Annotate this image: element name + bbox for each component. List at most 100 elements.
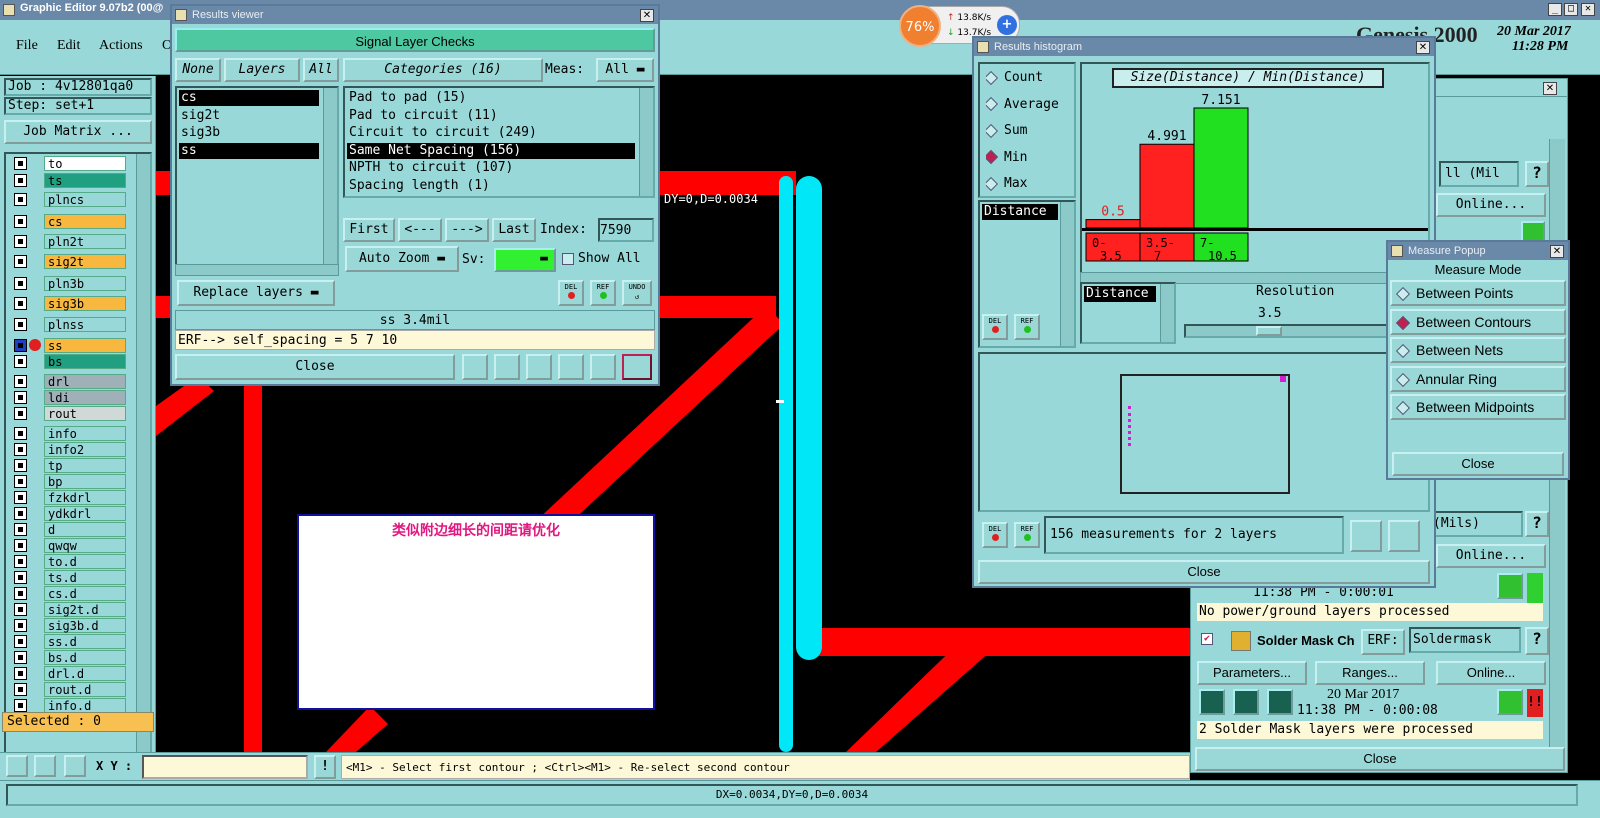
help-button[interactable]: ? — [1525, 161, 1549, 187]
layer-row[interactable]: pln3b — [14, 276, 128, 291]
layer-name[interactable]: fzkdrl — [44, 490, 126, 505]
layer-row[interactable]: sig2t.d — [14, 602, 128, 617]
layer-row[interactable]: rout.d — [14, 682, 128, 697]
layer-checkbox[interactable] — [14, 297, 27, 310]
layer-row[interactable]: sig3b — [14, 296, 128, 311]
help-button-2[interactable]: ? — [1525, 511, 1549, 537]
layer-name[interactable]: drl.d — [44, 666, 126, 681]
menu-edit[interactable]: Edit — [57, 38, 80, 54]
graph-icon[interactable] — [462, 354, 488, 380]
layer-checkbox[interactable] — [14, 459, 27, 472]
layer-checkbox[interactable] — [14, 427, 27, 440]
layer-checkbox[interactable] — [14, 318, 27, 331]
rv-index-input[interactable] — [598, 218, 654, 242]
layer-checkbox[interactable] — [14, 667, 27, 680]
layer-name[interactable]: ldi — [44, 390, 126, 405]
close-icon[interactable]: ✕ — [1581, 3, 1595, 16]
layer-name[interactable]: to.d — [44, 554, 126, 569]
histogram-close-button[interactable]: Close — [978, 560, 1430, 584]
analysis-close-button[interactable]: Close — [1195, 747, 1565, 771]
layer-checkbox[interactable] — [14, 651, 27, 664]
layer-row[interactable]: d — [14, 522, 128, 537]
online-button-2[interactable]: Online... — [1436, 544, 1546, 568]
rv-layer-item[interactable]: sig3b — [179, 125, 319, 141]
snap-icon[interactable] — [6, 755, 28, 777]
layer-checkbox[interactable] — [14, 507, 27, 520]
layer-checkbox[interactable] — [14, 355, 27, 368]
category-item[interactable]: Same Net Spacing (156) — [347, 142, 635, 159]
rv-category-scrollbar[interactable] — [639, 88, 653, 196]
layer-checkbox[interactable] — [14, 375, 27, 388]
histogram-bar[interactable] — [1193, 107, 1249, 229]
layer-checkbox[interactable] — [14, 407, 27, 420]
category-item[interactable]: Circuit to circuit (249) — [347, 125, 635, 141]
rv-all-button[interactable]: All — [303, 58, 339, 82]
layer-name[interactable]: sig3b.d — [44, 618, 126, 633]
field-scrollbar[interactable] — [1060, 202, 1074, 346]
close-icon[interactable]: ✕ — [640, 9, 654, 22]
layer-row[interactable]: info — [14, 426, 128, 441]
layer-name[interactable]: d — [44, 522, 126, 537]
rv-sv-color-dropdown[interactable]: ▬ — [494, 248, 556, 272]
layer-name[interactable]: ydkdrl — [44, 506, 126, 521]
layer-row[interactable]: cs — [14, 214, 128, 229]
show-all-checkbox[interactable] — [562, 253, 574, 265]
layer-name[interactable]: sig3b — [44, 296, 126, 311]
layer-checkbox[interactable] — [14, 339, 27, 352]
layer-row[interactable]: ldi — [14, 390, 128, 405]
parameters-button[interactable]: Parameters... — [1197, 661, 1307, 685]
rv-ref-button[interactable]: REF — [590, 280, 616, 306]
layer-row[interactable]: pln2t — [14, 234, 128, 249]
layer-checkbox[interactable] — [14, 523, 27, 536]
layer-name[interactable]: bp — [44, 474, 126, 489]
run-icon-3[interactable] — [1267, 689, 1293, 715]
layer-row[interactable]: bp — [14, 474, 128, 489]
rv-layer-item[interactable]: sig2t — [179, 108, 319, 124]
layer-checkbox[interactable] — [14, 443, 27, 456]
measure-mode-between-midpoints[interactable]: Between Midpoints — [1390, 394, 1566, 420]
layer-checkbox[interactable] — [14, 587, 27, 600]
layer-name[interactable]: ts.d — [44, 570, 126, 585]
layer-name[interactable]: bs.d — [44, 650, 126, 665]
auto-zoom-dropdown[interactable]: Auto Zoom ▬ — [345, 246, 459, 272]
replace-layers-dropdown[interactable]: Replace layers ▬ — [177, 280, 335, 306]
measure-mode-between-contours[interactable]: Between Contours — [1390, 308, 1566, 335]
layer-checkbox[interactable] — [14, 491, 27, 504]
online-button[interactable]: Online... — [1436, 193, 1546, 217]
layer-name[interactable]: cs.d — [44, 586, 126, 601]
layer-name[interactable]: rout — [44, 406, 126, 421]
layer-name[interactable]: plncs — [44, 192, 126, 207]
copy-chart-icon[interactable] — [1388, 520, 1420, 552]
layer-checkbox[interactable] — [14, 391, 27, 404]
layer-name[interactable]: info.d — [44, 698, 126, 713]
run-icon-1[interactable] — [1199, 689, 1225, 715]
rv-first-button[interactable]: First — [343, 218, 395, 242]
job-matrix-button[interactable]: Job Matrix ... — [4, 120, 152, 144]
grid-icon[interactable] — [64, 755, 86, 777]
histogram-bar[interactable] — [1085, 219, 1141, 229]
layer-name[interactable]: qwqw — [44, 538, 126, 553]
layer-name[interactable]: info2 — [44, 442, 126, 457]
layer-name[interactable]: sig2t — [44, 254, 126, 269]
category-item[interactable]: Spacing length (1) — [347, 178, 635, 194]
layer-row[interactable]: ss — [14, 338, 128, 353]
layer-name[interactable]: info — [44, 426, 126, 441]
alert-button[interactable]: ! — [314, 755, 336, 779]
histogram-bar[interactable] — [1139, 143, 1195, 229]
menu-file[interactable]: File — [16, 38, 38, 54]
rv-close-button[interactable]: Close — [175, 354, 455, 380]
layer-row[interactable]: drl.d — [14, 666, 128, 681]
layer-name[interactable]: pln3b — [44, 276, 126, 291]
layer-row[interactable]: to.d — [14, 554, 128, 569]
mode-radio-sum[interactable]: Sum — [986, 121, 1027, 141]
layer-row[interactable]: ts — [14, 173, 128, 188]
histogram-icon[interactable] — [622, 354, 652, 380]
layer-row[interactable]: plncs — [14, 192, 128, 207]
layer-name[interactable]: rout.d — [44, 682, 126, 697]
report-icon[interactable] — [590, 354, 616, 380]
net-plus-button[interactable]: + — [997, 15, 1017, 35]
layer-checkbox[interactable] — [14, 635, 27, 648]
close-icon[interactable]: ✕ — [1416, 41, 1430, 54]
layer-checkbox[interactable] — [14, 571, 27, 584]
layer-row[interactable]: plnss — [14, 317, 128, 332]
